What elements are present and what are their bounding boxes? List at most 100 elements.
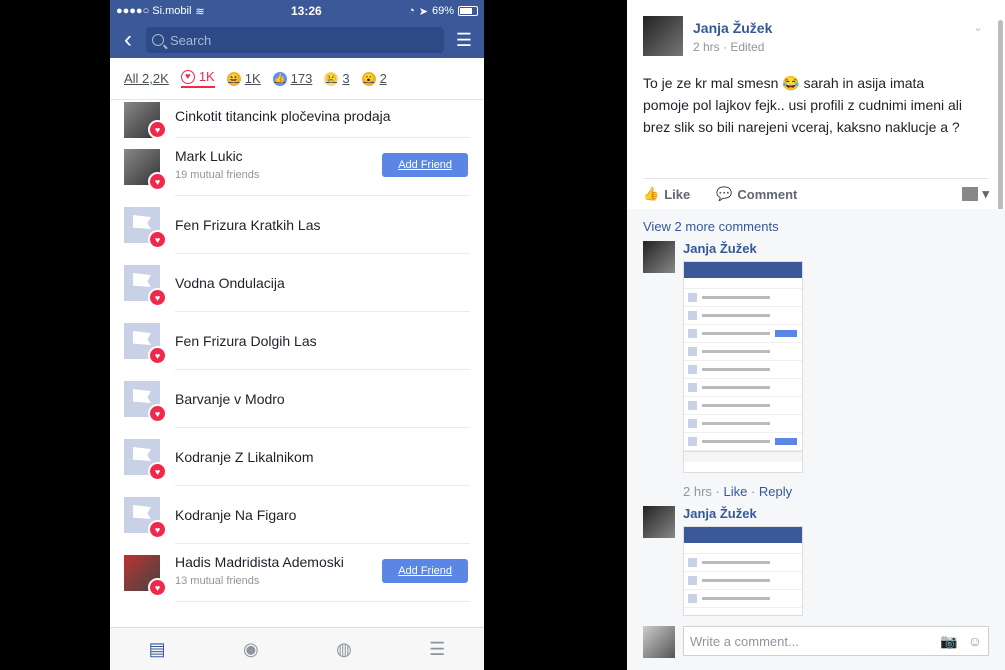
speech-bubble-icon: 💬	[716, 186, 733, 201]
search-icon	[152, 34, 164, 46]
add-friend-button[interactable]: Add Friend	[382, 153, 468, 177]
like-button[interactable]: 👍 Like	[643, 186, 690, 202]
love-badge-icon: ♥	[148, 520, 167, 539]
avatar[interactable]	[643, 241, 675, 273]
tab-like[interactable]: 👍 173	[272, 71, 312, 86]
tab-sad[interactable]: 😢 3	[324, 71, 350, 86]
search-input[interactable]: Search	[146, 27, 444, 53]
comment-author[interactable]: Janja Žužek	[683, 506, 757, 521]
tab-all[interactable]: All 2,2K	[124, 71, 169, 86]
comment-author[interactable]: Janja Žužek	[683, 241, 757, 256]
comment: Janja Žužek 2 hrs · Like · Reply	[643, 241, 993, 501]
row-name: Fen Frizura Kratkih Las	[175, 217, 321, 233]
carrier-label: ●●●●○ Si.mobil	[116, 5, 192, 17]
comment-image[interactable]	[683, 261, 803, 473]
menu-icon[interactable]: ☰	[429, 639, 445, 660]
reactions-list: ♥ Cinkotit titancink pločevina prodaja ♥…	[110, 100, 484, 630]
love-badge-icon: ♥	[148, 172, 167, 191]
post-header: Janja Žužek 2 hrs · Edited ⌄	[643, 16, 983, 60]
comment-input[interactable]: Write a comment... 📷 ☺	[683, 626, 989, 656]
love-badge-icon: ♥	[148, 462, 167, 481]
status-bar: ●●●●○ Si.mobil ≋ 13:26 ◔ ➤ 69%	[110, 0, 484, 22]
sad-reaction-icon: 😢	[324, 71, 339, 86]
row-name: Kodranje Z Likalnikom	[175, 449, 314, 465]
row-name: Kodranje Na Figaro	[175, 507, 297, 523]
smiley-icon[interactable]: ☺	[968, 633, 982, 650]
caret-down-icon: ▾	[982, 186, 989, 201]
divider	[175, 601, 470, 602]
mutual-friends: 19 mutual friends	[175, 169, 260, 181]
row-name: Fen Frizura Dolgih Las	[175, 333, 317, 349]
comment-composer: Write a comment... 📷 ☺	[643, 626, 989, 658]
love-badge-icon: ♥	[148, 404, 167, 423]
post-text: To je ze kr mal smesn 😂 sarah in asija i…	[643, 75, 963, 135]
news-feed-icon[interactable]: ▤	[149, 639, 166, 660]
list-item[interactable]: ♥ Vodna Ondulacija	[110, 254, 484, 312]
list-item[interactable]: ♥ Cinkotit titancink pločevina prodaja	[110, 100, 484, 139]
comment-image[interactable]	[683, 526, 803, 616]
bottom-tab-bar: ▤ ◉ ◍ ☰	[110, 627, 484, 670]
haha-reaction-icon: 😆	[226, 71, 241, 86]
wifi-icon: ≋	[195, 5, 205, 18]
chevron-down-icon[interactable]: ⌄	[973, 20, 983, 34]
post-author[interactable]: Janja Žužek	[693, 20, 772, 36]
view-more-comments-link[interactable]: View 2 more comments	[643, 219, 779, 234]
row-name: Barvanje v Modro	[175, 391, 285, 407]
list-item[interactable]: ♥ Kodranje Z Likalnikom	[110, 428, 484, 486]
mutual-friends: 13 mutual friends	[175, 575, 260, 587]
love-badge-icon: ♥	[148, 346, 167, 365]
comment-button[interactable]: 💬 Comment	[716, 186, 797, 202]
comment-meta: 2 hrs · Like · Reply	[683, 484, 793, 499]
globe-icon[interactable]: ◍	[336, 639, 352, 660]
tab-love[interactable]: ♥ 1K	[180, 69, 215, 88]
comment-reply-link[interactable]: Reply	[759, 484, 792, 499]
love-badge-icon: ♥	[148, 288, 167, 307]
love-badge-icon: ♥	[148, 120, 167, 139]
back-arrow-icon[interactable]: ‹	[118, 28, 138, 52]
scrollbar[interactable]	[998, 20, 1003, 235]
lock-rotation-icon: ◔	[408, 5, 415, 17]
clock: 13:26	[291, 4, 322, 18]
comment: Janja Žužek	[643, 506, 993, 621]
search-placeholder: Search	[170, 32, 212, 48]
add-friend-button[interactable]: Add Friend	[382, 559, 468, 583]
list-item[interactable]: ♥ Kodranje Na Figaro	[110, 486, 484, 544]
list-item[interactable]: ♥ Hadis Madridista Ademoski 13 mutual fr…	[110, 544, 484, 602]
row-name: Hadis Madridista Ademoski	[175, 554, 344, 570]
location-icon: ➤	[418, 5, 428, 18]
list-item[interactable]: ♥ Fen Frizura Kratkih Las	[110, 196, 484, 254]
love-badge-icon: ♥	[148, 578, 167, 597]
phone-screenshot: ●●●●○ Si.mobil ≋ 13:26 ◔ ➤ 69% ‹ Search …	[110, 0, 484, 670]
reaction-tabs: All 2,2K ♥ 1K 😆 1K 👍 173 😢 3 😮 2	[110, 58, 484, 100]
row-name: Vodna Ondulacija	[175, 275, 285, 291]
nav-bar: ‹ Search ☰	[110, 22, 484, 58]
love-badge-icon: ♥	[148, 230, 167, 249]
love-reaction-icon: ♥	[180, 69, 195, 84]
list-item[interactable]: ♥ Barvanje v Modro	[110, 370, 484, 428]
friend-requests-icon[interactable]: ☰	[452, 30, 476, 51]
audience-selector[interactable]: ▾	[962, 186, 989, 202]
avatar	[962, 187, 979, 201]
tab-haha[interactable]: 😆 1K	[226, 71, 261, 86]
camera-icon[interactable]: 📷	[940, 633, 957, 650]
messenger-icon[interactable]: ◉	[243, 639, 259, 660]
comment-like-link[interactable]: Like	[723, 484, 747, 499]
like-reaction-icon: 👍	[272, 71, 287, 86]
post-actions: 👍 Like 💬 Comment ▾	[643, 178, 989, 209]
avatar	[643, 626, 675, 658]
post-timestamp: 2 hrs · Edited	[693, 40, 765, 54]
wow-reaction-icon: 😮	[361, 71, 376, 86]
avatar[interactable]	[643, 506, 675, 538]
battery-percent: 69%	[431, 5, 454, 17]
comments-section: View 2 more comments Janja Žužek 2 hrs ·…	[627, 209, 1005, 670]
row-name: Cinkotit titancink pločevina prodaja	[175, 108, 391, 124]
list-item[interactable]: ♥ Fen Frizura Dolgih Las	[110, 312, 484, 370]
tab-wow[interactable]: 😮 2	[361, 71, 387, 86]
post-panel: Janja Žužek 2 hrs · Edited ⌄ To je ze kr…	[627, 0, 1005, 670]
thumbs-up-icon: 👍	[643, 186, 660, 201]
row-name: Mark Lukic	[175, 148, 243, 164]
comment-placeholder: Write a comment...	[690, 633, 799, 649]
list-item[interactable]: ♥ Mark Lukic 19 mutual friends Add Frien…	[110, 138, 484, 196]
battery-icon	[457, 6, 478, 16]
avatar[interactable]	[643, 16, 683, 56]
